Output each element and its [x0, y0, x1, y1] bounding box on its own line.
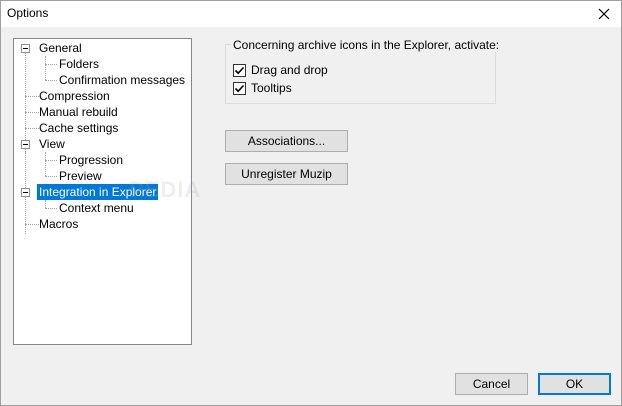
tree-item-context-menu[interactable]: Context menu [57, 200, 136, 216]
tree-item-view[interactable]: View [37, 136, 67, 152]
tree-item-general[interactable]: General [37, 40, 84, 56]
window-title: Options [7, 6, 49, 20]
drag-and-drop-option[interactable]: Drag and drop [233, 62, 328, 78]
unregister-muzip-button[interactable]: Unregister Muzip [225, 163, 348, 185]
tree-item-progression[interactable]: Progression [57, 152, 125, 168]
tooltips-label: Tooltips [251, 81, 292, 95]
collapse-view-icon[interactable] [21, 140, 30, 149]
ok-button[interactable]: OK [538, 373, 611, 395]
watermark: PEDIA [129, 177, 202, 202]
drag-and-drop-label: Drag and drop [251, 63, 328, 77]
explorer-group-label: Concerning archive icons in the Explorer… [231, 38, 502, 52]
tree-item-preview[interactable]: Preview [57, 168, 104, 184]
tree-item-macros[interactable]: Macros [37, 216, 80, 232]
drag-and-drop-checkbox[interactable] [233, 63, 246, 77]
tree-item-compression[interactable]: Compression [37, 88, 112, 104]
collapse-general-icon[interactable] [21, 44, 30, 53]
checkmark-icon [234, 66, 245, 74]
tooltips-checkbox[interactable] [233, 81, 246, 95]
tree-item-manual-rebuild[interactable]: Manual rebuild [37, 104, 120, 120]
checkmark-icon [234, 84, 245, 92]
title-bar: Options [1, 1, 621, 27]
close-icon [598, 8, 610, 20]
tree-item-cache-settings[interactable]: Cache settings [37, 120, 120, 136]
associations-button[interactable]: Associations... [225, 130, 348, 152]
tree-item-folders[interactable]: Folders [57, 56, 101, 72]
collapse-integration-icon[interactable] [21, 188, 30, 197]
tree-item-confirmation-messages[interactable]: Confirmation messages [57, 72, 187, 88]
cancel-button[interactable]: Cancel [455, 373, 528, 395]
options-dialog: Options General Folders Confirmation mes… [0, 0, 622, 406]
tooltips-option[interactable]: Tooltips [233, 80, 292, 96]
close-button[interactable] [587, 1, 621, 27]
